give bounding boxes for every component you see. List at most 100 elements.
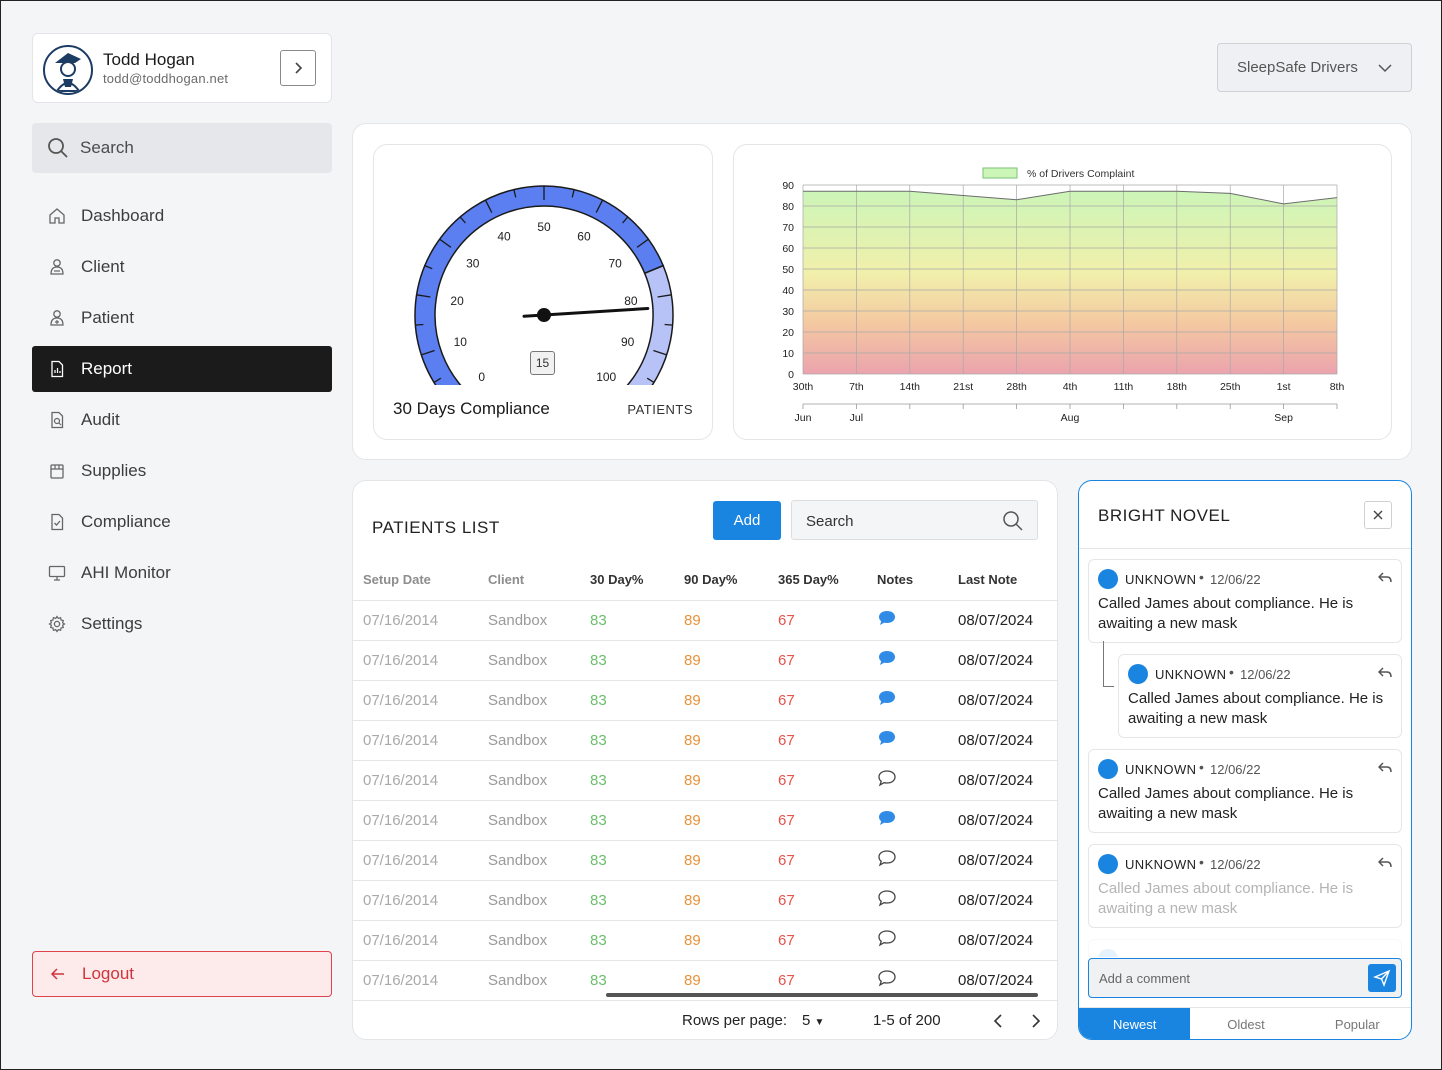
table-row[interactable]: 07/16/2014 Sandbox 83 89 67 08/07/2024	[353, 640, 1057, 681]
sidebar-item-settings[interactable]: Settings	[32, 601, 332, 647]
chat-bubble-outline-icon[interactable]	[877, 889, 897, 907]
column-header[interactable]: 365 Day%	[778, 560, 877, 601]
day30-cell: 83	[590, 840, 684, 881]
patients-list-title: PATIENTS LIST	[372, 518, 500, 537]
reply-icon[interactable]	[1378, 762, 1392, 774]
gauge-tick-label: 70	[609, 256, 623, 270]
last-note-cell: 08/07/2024	[958, 720, 1057, 761]
chevron-left-icon[interactable]	[989, 1011, 1009, 1031]
client-cell: Sandbox	[488, 600, 590, 641]
patients-search[interactable]	[791, 500, 1038, 540]
last-note-cell: 08/07/2024	[958, 640, 1057, 681]
send-button[interactable]	[1368, 964, 1396, 992]
table-row[interactable]: 07/16/2014 Sandbox 83 89 67 08/07/2024	[353, 760, 1057, 801]
sidebar-item-audit[interactable]: Audit	[32, 397, 332, 443]
avatar	[1098, 759, 1118, 779]
audit-icon	[50, 411, 63, 429]
legend-label: % of Drivers Complaint	[1027, 168, 1134, 180]
chat-bubble-outline-icon[interactable]	[877, 929, 897, 947]
sidebar-item-client[interactable]: Client	[32, 244, 332, 290]
day365-cell: 67	[778, 680, 877, 721]
avatar	[1128, 664, 1148, 684]
x-tick-label: 14th	[900, 381, 921, 393]
chat-bubble-filled-icon[interactable]	[877, 689, 897, 707]
table-row[interactable]: 07/16/2014 Sandbox 83 89 67 08/07/2024	[353, 680, 1057, 721]
table-header-row: Setup Date Client 30 Day% 90 Day% 365 Da…	[353, 560, 1057, 601]
last-note-cell: 08/07/2024	[958, 880, 1057, 921]
table-row[interactable]: 07/16/2014 Sandbox 83 89 67 08/07/2024	[353, 920, 1057, 961]
reply-icon[interactable]	[1378, 572, 1392, 584]
sidebar-item-supplies[interactable]: Supplies	[32, 448, 332, 494]
gauge-band-low	[626, 264, 674, 385]
y-tick-label: 90	[782, 180, 794, 192]
chat-bubble-filled-icon[interactable]	[877, 809, 897, 827]
table-row[interactable]: 07/16/2014 Sandbox 83 89 67 08/07/2024	[353, 880, 1057, 921]
chevron-right-icon[interactable]	[1025, 1011, 1045, 1031]
search-icon[interactable]	[1002, 510, 1024, 532]
column-header[interactable]: 90 Day%	[684, 560, 778, 601]
table-row[interactable]: 07/16/2014 Sandbox 83 89 67 08/07/2024	[353, 840, 1057, 881]
chat-bubble-filled-icon[interactable]	[877, 609, 897, 627]
sidebar-item-label: AHI Monitor	[81, 563, 171, 582]
sidebar-search-input[interactable]	[80, 133, 320, 163]
tab-popular[interactable]: Popular	[1302, 1008, 1411, 1039]
chat-bubble-filled-icon[interactable]	[877, 729, 897, 747]
comment-input-box[interactable]	[1088, 958, 1402, 998]
setup-date-cell: 07/16/2014	[353, 640, 488, 681]
day365-cell: 67	[778, 600, 877, 641]
column-header[interactable]: Client	[488, 560, 590, 601]
x-tick-label: 18th	[1167, 381, 1188, 393]
table-row[interactable]: 07/16/2014 Sandbox 83 89 67 08/07/2024	[353, 600, 1057, 641]
compliance-chart-card: % of Drivers Complaint 0 10 20 30 40 50 60 70 80 9…	[733, 144, 1392, 440]
reply-icon[interactable]	[1378, 667, 1392, 679]
last-note-cell: 08/07/2024	[958, 920, 1057, 961]
close-button[interactable]	[1364, 501, 1392, 529]
separator-dot: •	[1199, 569, 1204, 585]
rows-per-page-select[interactable]: 5 ▼	[802, 1012, 824, 1029]
separator-dot: •	[1229, 664, 1234, 680]
x-tick-label: 11th	[1114, 381, 1134, 393]
patients-list-panel: PATIENTS LIST Add Setup Date Client 30 D…	[352, 480, 1058, 1040]
comment-text: Called James about compliance. He is awa…	[1098, 880, 1354, 917]
chat-bubble-filled-icon[interactable]	[877, 649, 897, 667]
sidebar-item-report[interactable]: Report	[32, 346, 332, 392]
rows-per-page-value: 5	[802, 1012, 811, 1029]
search-icon	[48, 138, 68, 158]
sidebar-item-ahi-monitor[interactable]: AHI Monitor	[32, 550, 332, 596]
sidebar-item-patient[interactable]: Patient	[32, 295, 332, 341]
organization-dropdown[interactable]: SleepSafe Drivers	[1217, 43, 1412, 92]
chat-bubble-outline-icon[interactable]	[877, 849, 897, 867]
column-header[interactable]: 30 Day%	[590, 560, 684, 601]
month-label: Sep	[1274, 412, 1293, 424]
table-row[interactable]: 07/16/2014 Sandbox 83 89 67 08/07/2024	[353, 800, 1057, 841]
add-patient-button[interactable]: Add	[713, 501, 781, 540]
day365-cell: 67	[778, 840, 877, 881]
chat-bubble-outline-icon[interactable]	[877, 769, 897, 787]
sidebar-item-dashboard[interactable]: Dashboard	[32, 193, 332, 239]
y-tick-label: 50	[782, 264, 794, 276]
avatar	[1098, 854, 1118, 874]
horizontal-scrollbar[interactable]	[606, 993, 1038, 997]
day365-cell: 67	[778, 760, 877, 801]
table-row[interactable]: 07/16/2014 Sandbox 83 89 67 08/07/2024	[353, 720, 1057, 761]
day30-cell: 83	[590, 800, 684, 841]
comment-input[interactable]	[1099, 967, 1359, 989]
tab-newest[interactable]: Newest	[1079, 1008, 1191, 1039]
comment-text: Called James about compliance. He is awa…	[1098, 595, 1354, 632]
profile-expand-button[interactable]	[280, 50, 316, 86]
patients-search-input[interactable]	[806, 509, 996, 533]
client-cell: Sandbox	[488, 920, 590, 961]
comment-author: UNKNOWN	[1125, 572, 1197, 587]
logout-button[interactable]: Logout	[32, 951, 332, 997]
column-header[interactable]: Last Note	[958, 560, 1057, 601]
column-header[interactable]: Notes	[877, 560, 958, 601]
sidebar-item-compliance[interactable]: Compliance	[32, 499, 332, 545]
setup-date-cell: 07/16/2014	[353, 600, 488, 641]
reply-icon[interactable]	[1378, 857, 1392, 869]
setup-date-cell: 07/16/2014	[353, 760, 488, 801]
column-header[interactable]: Setup Date	[353, 560, 488, 601]
day90-cell: 89	[684, 920, 778, 961]
chat-bubble-outline-icon[interactable]	[877, 969, 897, 987]
tab-oldest[interactable]: Oldest	[1190, 1008, 1301, 1039]
sidebar-search[interactable]	[32, 123, 332, 173]
